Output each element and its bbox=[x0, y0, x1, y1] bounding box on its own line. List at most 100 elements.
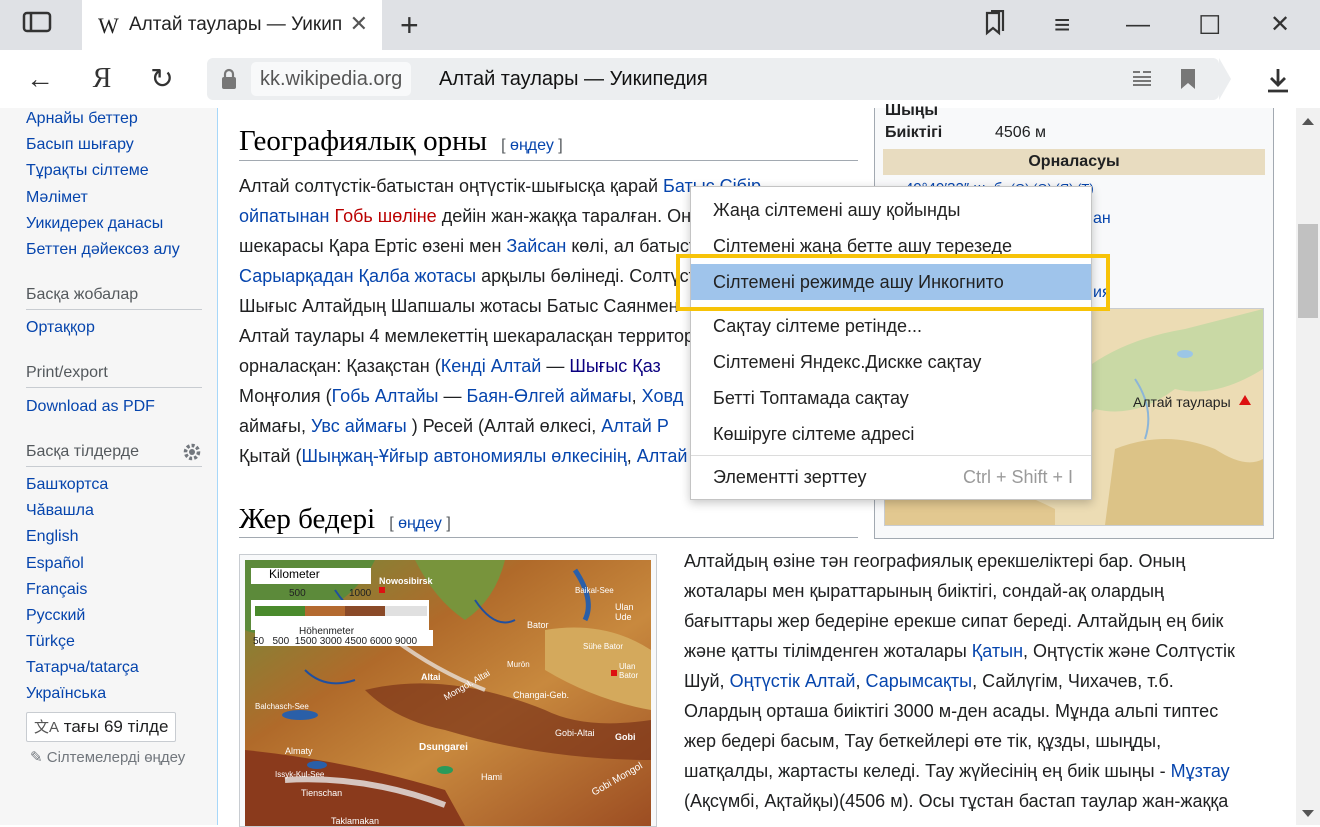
lock-icon[interactable] bbox=[219, 68, 239, 90]
map-place: Almaty bbox=[285, 746, 313, 756]
link-uvs[interactable]: Увс аймағы bbox=[311, 416, 407, 436]
sidebar-link-print[interactable]: Басып шығару bbox=[26, 136, 134, 154]
sidebar-link-info[interactable]: Мәлімет bbox=[26, 189, 88, 207]
link-south-altai[interactable]: Оңтүстік Алтай bbox=[730, 671, 856, 691]
link-rudny-altai[interactable]: Кенді Алтай bbox=[441, 356, 542, 376]
link-gobi-altai[interactable]: Гобь Алтайы bbox=[332, 386, 439, 406]
text-line: аймағы, Увс аймағы ) Ресей (Алтай өлкесі… bbox=[239, 416, 669, 436]
map-place: Ulan Ude bbox=[615, 602, 634, 622]
sidebar-lang-bashkir[interactable]: Башҡортса bbox=[26, 476, 108, 494]
map-place: Gobi bbox=[615, 732, 636, 742]
yandex-icon[interactable]: Я bbox=[84, 61, 120, 97]
menu-item-inspect[interactable]: Элементті зерттеу Ctrl + Shift + I bbox=[691, 459, 1091, 495]
infobox-summit-label: Шыңы bbox=[885, 102, 939, 119]
sidebar-lang-french[interactable]: Français bbox=[26, 581, 87, 599]
map-place: Issyk-Kul-See bbox=[275, 770, 325, 779]
sidebar-link-permanent[interactable]: Тұрақты сілтеме bbox=[26, 162, 149, 180]
reader-mode-icon[interactable] bbox=[1131, 69, 1153, 89]
infobox-height-label: Биіктігі bbox=[885, 124, 943, 141]
link-muztau[interactable]: Мұзтау bbox=[1171, 761, 1230, 781]
text-line: Олардың орташа биіктігі 3000 м-ден асады… bbox=[684, 701, 1219, 721]
new-tab-icon[interactable]: + bbox=[400, 9, 419, 41]
reload-icon[interactable]: ↻ bbox=[144, 61, 180, 97]
link-bayan-olgii[interactable]: Баян-Өлгей аймағы bbox=[466, 386, 631, 406]
sidebar-lang-tatar[interactable]: Татарча/tatarça bbox=[26, 659, 139, 677]
link-east-kazakhstan[interactable]: Шығыс Қаз bbox=[569, 356, 661, 376]
tab-bar: W Алтай таулары — Уикипедия ✕ + ≡ — ☐ ✕ bbox=[0, 0, 1320, 50]
context-menu: Жаңа сілтемені ашу қойынды Сілтемені жаң… bbox=[690, 186, 1092, 500]
sidebar-lang-ukrainian[interactable]: Українська bbox=[26, 685, 106, 703]
link-katun[interactable]: Қатын bbox=[972, 641, 1023, 661]
infobox-height-value: 4506 м bbox=[995, 124, 1047, 141]
sidebar-lang-turkish[interactable]: Türkçe bbox=[26, 633, 75, 651]
sidebar-link-wikidata[interactable]: Уикидерек данасы bbox=[26, 215, 163, 233]
tab-close-icon[interactable]: ✕ bbox=[350, 11, 368, 37]
edit-link[interactable]: өңдеу bbox=[398, 515, 442, 532]
bookmark-page-icon[interactable] bbox=[1179, 68, 1197, 90]
edit-link[interactable]: өңдеу bbox=[510, 137, 554, 154]
menu-item-copy-link-address[interactable]: Көшіруге сілтеме адресі bbox=[691, 416, 1091, 452]
text-line: Қытай (Шыңжаң-Ұйғыр автономиялы өлкесіні… bbox=[239, 446, 688, 466]
section-heading-geography: Географиялық орны [ өңдеу ] bbox=[239, 125, 563, 158]
gear-icon[interactable] bbox=[182, 442, 202, 462]
sidebar-link-download-pdf[interactable]: Download as PDF bbox=[26, 398, 155, 416]
window-close-icon[interactable]: ✕ bbox=[1270, 10, 1290, 40]
url-page-title[interactable]: Алтай таулары — Уикипедия bbox=[439, 58, 708, 100]
url-domain[interactable]: kk.wikipedia.org bbox=[251, 62, 412, 96]
text-line: ойпатынан Гобь шөліне дейін жан-жаққа та… bbox=[239, 206, 714, 226]
link-lowland[interactable]: ойпатынан bbox=[239, 206, 330, 226]
tab-active[interactable]: W Алтай таулары — Уикипедия ✕ bbox=[82, 0, 382, 50]
back-icon[interactable]: ← bbox=[22, 61, 58, 97]
link-altai-prefecture[interactable]: Алтай bbox=[637, 446, 688, 466]
sidebar-lang-english[interactable]: English bbox=[26, 528, 78, 546]
bookmarks-icon[interactable] bbox=[982, 9, 1008, 44]
edit-links-link[interactable]: ✎ Сілтемелерді өңдеу bbox=[30, 748, 185, 766]
redlink-gobi-desert[interactable]: Гобь шөліне bbox=[335, 206, 437, 226]
sidebar-link-special-pages[interactable]: Арнайы беттер bbox=[26, 110, 138, 128]
map-place: Tienschan bbox=[301, 788, 343, 798]
content-border bbox=[217, 108, 218, 825]
text-line: және қатты тілімденген жоталары Қатын, О… bbox=[684, 641, 1235, 661]
relief-figure[interactable]: Kilometer 500 1000 Höhenmeter 50 500 150… bbox=[239, 554, 657, 827]
menu-item-save-to-disk[interactable]: Сілтемені Яндекс.Дискке сақтау bbox=[691, 344, 1091, 380]
maximize-icon[interactable]: ☐ bbox=[1198, 10, 1221, 40]
menu-separator bbox=[691, 455, 1091, 456]
link-zaisan[interactable]: Зайсан bbox=[506, 236, 566, 256]
text-line: шекарасы Қара Ертіс өзені мен Зайсан көл… bbox=[239, 236, 707, 256]
scrollbar[interactable] bbox=[1296, 108, 1320, 825]
menu-item-save-to-collections[interactable]: Бетті Топтамада сақтау bbox=[691, 380, 1091, 416]
map-place: Nowosibirsk bbox=[379, 576, 433, 586]
link-xinjiang[interactable]: Шыңжаң-Ұйғыр автономиялы өлкесінің bbox=[302, 446, 627, 466]
sidebar-link-commons[interactable]: Ортаққор bbox=[26, 319, 95, 337]
download-icon[interactable] bbox=[1264, 66, 1292, 94]
sidebar-heading-print-export: Print/export bbox=[26, 364, 108, 381]
link-altai-republic[interactable]: Алтай Р bbox=[601, 416, 669, 436]
infobox-location-header: Орналасуы bbox=[883, 149, 1265, 175]
scroll-up-icon[interactable] bbox=[1302, 118, 1314, 125]
tabs-icon[interactable] bbox=[22, 10, 52, 42]
text-line: Шуй, Оңтүстік Алтай, Сарымсақты, Сайлүгі… bbox=[684, 671, 1174, 691]
minimize-icon[interactable]: — bbox=[1126, 10, 1150, 40]
link-khovd[interactable]: Ховд bbox=[642, 386, 684, 406]
callout-highlight-box bbox=[676, 254, 1110, 311]
address-bar[interactable]: kk.wikipedia.org Алтай таулары — Уикипед… bbox=[207, 58, 1231, 100]
map-place: Bator bbox=[527, 620, 549, 630]
link-saryarka[interactable]: Сарыарқадан bbox=[239, 266, 354, 286]
sidebar-heading-other-projects: Басқа жобалар bbox=[26, 286, 139, 303]
menu-item-open-new-tab[interactable]: Жаңа сілтемені ашу қойынды bbox=[691, 192, 1091, 228]
sidebar-divider bbox=[26, 466, 202, 467]
link-sarymsakty[interactable]: Сарымсақты bbox=[866, 671, 973, 691]
menu-icon[interactable]: ≡ bbox=[1054, 10, 1070, 40]
text-line: Сарыарқадан Қалба жотасы арқылы бөлінеді… bbox=[239, 266, 715, 286]
menu-item-save-link-as[interactable]: Сақтау сілтеме ретінде... bbox=[691, 308, 1091, 344]
more-languages-button[interactable]: 文A тағы 69 тілде bbox=[26, 712, 177, 742]
sidebar-lang-spanish[interactable]: Español bbox=[26, 555, 84, 573]
scroll-down-icon[interactable] bbox=[1302, 810, 1314, 817]
sidebar-lang-chuvash[interactable]: Чӑвашла bbox=[26, 502, 94, 520]
scroll-thumb[interactable] bbox=[1298, 224, 1318, 318]
sidebar-link-cite[interactable]: Беттен дәйексөз алу bbox=[26, 241, 180, 259]
sidebar-lang-russian[interactable]: Русский bbox=[26, 607, 85, 625]
translate-icon: 文A bbox=[34, 719, 60, 736]
link-kalba[interactable]: Қалба жотасы bbox=[359, 266, 477, 286]
infobox-partial-link[interactable]: ан bbox=[1093, 210, 1111, 228]
